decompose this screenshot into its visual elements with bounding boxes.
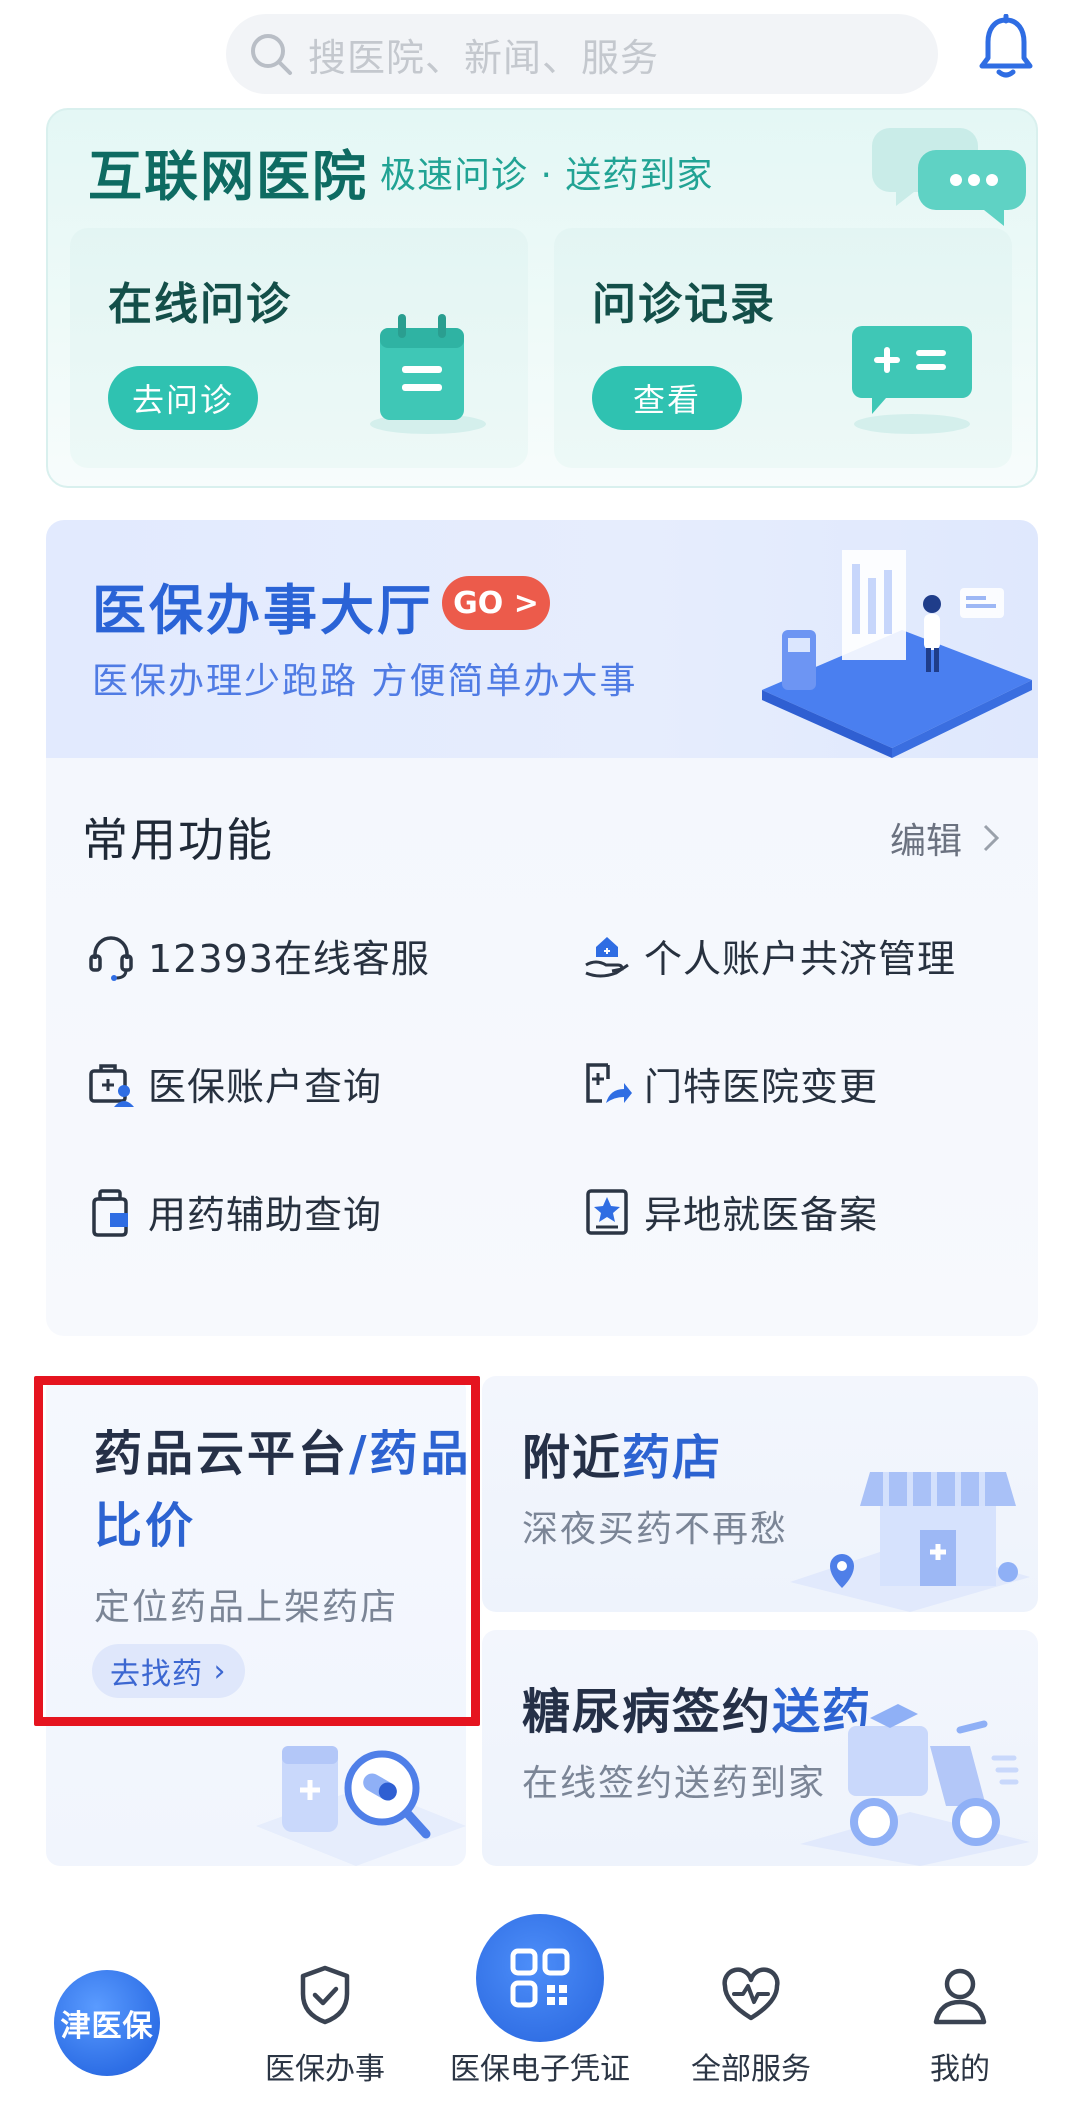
function-item-remote-medical-record[interactable]: 异地就医备案: [582, 1184, 878, 1239]
function-label: 医保账户查询: [148, 1065, 383, 1109]
delivery-scooter-illustration: [800, 1704, 1030, 1866]
nearby-pharmacy-title: 附近药店: [522, 1418, 722, 1488]
tab-mine[interactable]: 我的: [900, 1964, 1020, 2088]
chevron-right-icon: >: [503, 585, 539, 621]
online-consult-title: 在线问诊: [108, 279, 292, 330]
medicine-search-illustration: [256, 1746, 466, 1866]
go-badge[interactable]: GO >: [442, 576, 550, 630]
user-icon: [933, 1968, 987, 2025]
banner-title: 医保办事大厅: [92, 579, 434, 642]
function-label: 门特医院变更: [644, 1065, 879, 1109]
nearby-pharmacy-card[interactable]: 附近药店 深夜买药不再愁: [482, 1376, 1038, 1612]
function-label: 异地就医备案: [644, 1193, 879, 1237]
star-document-icon: [586, 1188, 628, 1235]
nearby-pharmacy-title-part1: 附近: [522, 1430, 623, 1486]
tab-label: 医保办事: [265, 2052, 385, 2087]
consult-record-title: 问诊记录: [592, 279, 776, 330]
tab-insurance-affairs[interactable]: 医保办事: [250, 1964, 400, 2088]
function-item-medication-query[interactable]: 用药辅助查询: [86, 1184, 382, 1239]
diabetes-delivery-card[interactable]: 糖尿病签约送药 在线签约送药到家: [482, 1630, 1038, 1866]
hospital-title: 互联网医院: [88, 145, 368, 208]
highlight-box: [34, 1376, 480, 1726]
pharmacy-store-illustration: [790, 1472, 1030, 1612]
go-badge-label: GO: [453, 585, 504, 621]
search-placeholder: 搜医院、新闻、服务: [308, 35, 660, 80]
chevron-right-icon: [983, 824, 1000, 852]
nearby-pharmacy-title-part2: 药店: [622, 1430, 723, 1486]
tab-e-voucher-button[interactable]: [476, 1914, 604, 2042]
tab-label: 全部服务: [691, 2052, 811, 2087]
edit-label: 编辑: [889, 821, 962, 862]
function-item-account-sharing[interactable]: 个人账户共济管理: [582, 928, 956, 983]
go-consult-button[interactable]: 去问诊: [108, 366, 258, 430]
common-functions-section: 常用功能 编辑 12393在线客服 个人账户共济管理 医保账户查询 门特医院变更…: [46, 758, 1038, 1336]
banner-subtitle: 医保办理少跑路 方便简单办大事: [92, 661, 638, 702]
medical-account-icon: [89, 1063, 134, 1107]
hospital-change-icon: [586, 1062, 632, 1103]
search-bar[interactable]: 搜医院、新闻、服务: [226, 14, 938, 94]
tab-all-services[interactable]: 全部服务: [676, 1964, 826, 2088]
view-record-button[interactable]: 查看: [592, 366, 742, 430]
common-functions-title: 常用功能: [82, 813, 274, 867]
tab-label: 我的: [930, 2052, 990, 2087]
qr-code-icon: [510, 1948, 570, 2008]
edit-button[interactable]: 编辑: [890, 812, 1000, 864]
diabetes-title-part1: 糖尿病签约: [522, 1684, 773, 1740]
function-label: 用药辅助查询: [148, 1193, 383, 1237]
chat-bubble-icon: [872, 128, 1026, 226]
internet-hospital-section: 互联网医院 极速问诊 · 送药到家 在线问诊 去问诊 问诊记录 查看: [46, 108, 1038, 488]
online-consult-card[interactable]: 在线问诊 去问诊: [70, 228, 528, 468]
headset-icon: [89, 935, 133, 981]
service-hall-illustration: [762, 550, 1032, 758]
tab-label: 医保电子凭证: [450, 2052, 630, 2087]
function-label: 个人账户共济管理: [644, 937, 957, 981]
calendar-icon: [370, 314, 486, 434]
tab-e-voucher[interactable]: 医保电子凭证: [430, 2044, 650, 2088]
function-item-account-query[interactable]: 医保账户查询: [86, 1056, 382, 1111]
function-item-hospital-change[interactable]: 门特医院变更: [582, 1056, 878, 1111]
diabetes-subtitle: 在线签约送药到家: [522, 1763, 827, 1804]
bottom-tab-bar: 津医保 医保办事 医保电子凭证 全部服务 我的: [0, 1906, 1080, 2126]
function-label: 12393在线客服: [148, 937, 430, 981]
app-logo[interactable]: 津医保: [54, 1970, 160, 2076]
hand-house-icon: [585, 936, 629, 977]
medicine-bottle-icon: [92, 1188, 128, 1237]
top-header: 搜医院、新闻、服务: [0, 0, 1080, 104]
shield-check-icon: [300, 1965, 350, 2025]
hospital-subtitle: 极速问诊 · 送药到家: [380, 155, 714, 196]
function-item-customer-service[interactable]: 12393在线客服: [86, 928, 430, 983]
heart-pulse-icon: [722, 1967, 780, 2021]
nearby-pharmacy-subtitle: 深夜买药不再愁: [522, 1509, 789, 1550]
medical-insurance-hall-banner[interactable]: 医保办事大厅 GO > 医保办理少跑路 方便简单办大事: [46, 520, 1038, 758]
search-icon: [251, 34, 292, 75]
consult-record-card[interactable]: 问诊记录 查看: [554, 228, 1012, 468]
calculator-chat-icon: [852, 326, 972, 434]
bell-icon[interactable]: [976, 14, 1036, 80]
